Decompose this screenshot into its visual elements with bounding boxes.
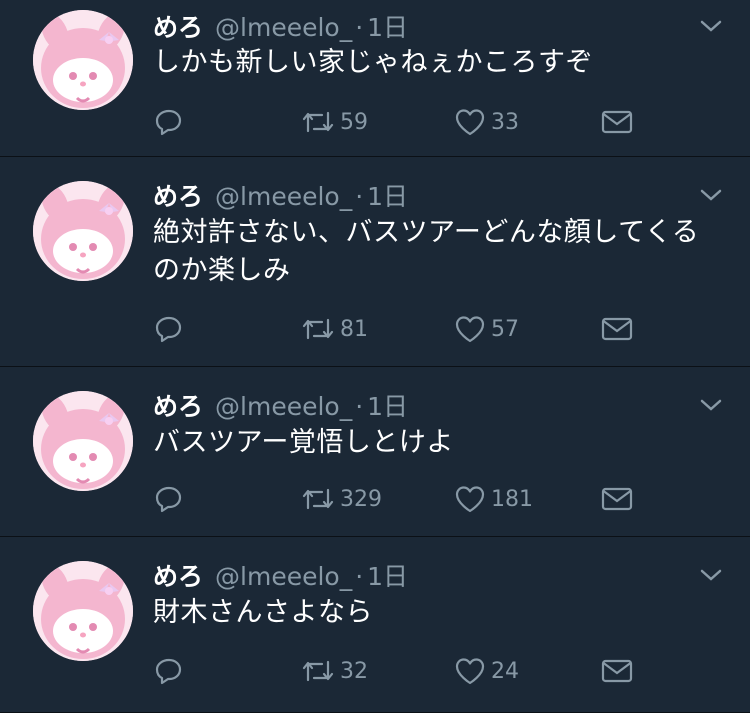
reply-button[interactable] (153, 654, 185, 688)
retweet-button[interactable]: 81 (300, 312, 368, 346)
tweet-text: しかも新しい家じゃねぇかころすぞ (153, 47, 593, 78)
tweet[interactable]: めろ @lmeeelo_ · 1日 絶対許さない、バスツアーどんな顔してくるのか… (0, 157, 750, 367)
chevron-down-icon (700, 399, 722, 411)
direct-message-button[interactable] (600, 312, 634, 346)
chevron-down-icon (700, 20, 722, 32)
direct-message-button[interactable] (600, 105, 634, 139)
tweet-header: めろ @lmeeelo_ · 1日 (153, 8, 408, 42)
separator: · (355, 392, 364, 421)
tweet-menu-button[interactable] (698, 395, 724, 415)
direct-message-icon (601, 487, 633, 511)
reply-icon (155, 486, 182, 513)
retweet-count: 329 (340, 486, 382, 512)
reply-icon (155, 109, 182, 136)
heart-icon (455, 658, 485, 685)
like-count: 24 (491, 658, 519, 684)
tweet-header: めろ @lmeeelo_ · 1日 (153, 557, 408, 591)
tweet-text: 財木さんさよなら (153, 597, 373, 628)
my-melody-avatar (33, 561, 133, 661)
handle[interactable]: @lmeeelo_ (215, 392, 352, 421)
retweet-button[interactable]: 329 (300, 482, 382, 516)
my-melody-avatar (33, 10, 133, 110)
heart-icon (455, 486, 485, 513)
tweet-menu-button[interactable] (698, 16, 724, 36)
tweet-actions: 81 57 (153, 312, 638, 346)
reply-icon (155, 316, 182, 343)
avatar[interactable] (33, 391, 133, 491)
tweet-header: めろ @lmeeelo_ · 1日 (153, 387, 408, 421)
tweet-text: 絶対許さない、バスツアーどんな顔してくるのか楽しみ (153, 217, 700, 286)
tweet[interactable]: めろ @lmeeelo_ · 1日 財木さんさよなら 32 24 (0, 537, 750, 713)
retweet-count: 81 (340, 316, 368, 342)
timestamp[interactable]: 1日 (367, 177, 408, 213)
direct-message-icon (601, 110, 633, 134)
chevron-down-icon (700, 569, 722, 581)
heart-icon (455, 109, 485, 136)
separator: · (355, 182, 364, 211)
tweet-actions: 329 181 (153, 482, 638, 516)
timestamp[interactable]: 1日 (367, 557, 408, 593)
like-count: 57 (491, 316, 519, 342)
timeline-feed: めろ @lmeeelo_ · 1日 しかも新しい家じゃねぇかころすぞ 59 33… (0, 0, 750, 713)
reply-button[interactable] (153, 482, 185, 516)
direct-message-button[interactable] (600, 654, 634, 688)
retweet-icon (302, 488, 334, 510)
reply-icon (155, 658, 182, 685)
chevron-down-icon (700, 189, 722, 201)
avatar[interactable] (33, 10, 133, 110)
reply-button[interactable] (153, 105, 185, 139)
tweet-menu-button[interactable] (698, 565, 724, 585)
retweet-button[interactable]: 59 (300, 105, 368, 139)
retweet-icon (302, 111, 334, 133)
tweet-menu-button[interactable] (698, 185, 724, 205)
retweet-button[interactable]: 32 (300, 654, 368, 688)
reply-button[interactable] (153, 312, 185, 346)
like-count: 33 (491, 109, 519, 135)
timestamp[interactable]: 1日 (367, 387, 408, 423)
direct-message-icon (601, 659, 633, 683)
tweet-text: バスツアー覚悟しとけよ (153, 427, 454, 458)
like-count: 181 (491, 486, 533, 512)
tweet[interactable]: めろ @lmeeelo_ · 1日 バスツアー覚悟しとけよ 329 181 (0, 367, 750, 537)
separator: · (355, 562, 364, 591)
like-button[interactable]: 181 (453, 482, 533, 516)
tweet-actions: 59 33 (153, 105, 638, 139)
handle[interactable]: @lmeeelo_ (215, 562, 352, 591)
display-name[interactable]: めろ (153, 177, 203, 213)
heart-icon (455, 316, 485, 343)
tweet[interactable]: めろ @lmeeelo_ · 1日 しかも新しい家じゃねぇかころすぞ 59 33 (0, 0, 750, 157)
separator: · (355, 13, 364, 42)
timestamp[interactable]: 1日 (367, 8, 408, 44)
retweet-icon (302, 318, 334, 340)
like-button[interactable]: 57 (453, 312, 519, 346)
tweet-header: めろ @lmeeelo_ · 1日 (153, 177, 408, 211)
direct-message-icon (601, 317, 633, 341)
handle[interactable]: @lmeeelo_ (215, 13, 352, 42)
display-name[interactable]: めろ (153, 557, 203, 593)
my-melody-avatar (33, 391, 133, 491)
my-melody-avatar (33, 181, 133, 281)
retweet-count: 32 (340, 658, 368, 684)
direct-message-button[interactable] (600, 482, 634, 516)
like-button[interactable]: 24 (453, 654, 519, 688)
display-name[interactable]: めろ (153, 8, 203, 44)
tweet-actions: 32 24 (153, 654, 638, 688)
avatar[interactable] (33, 561, 133, 661)
handle[interactable]: @lmeeelo_ (215, 182, 352, 211)
retweet-count: 59 (340, 109, 368, 135)
display-name[interactable]: めろ (153, 387, 203, 423)
avatar[interactable] (33, 181, 133, 281)
like-button[interactable]: 33 (453, 105, 519, 139)
retweet-icon (302, 660, 334, 682)
